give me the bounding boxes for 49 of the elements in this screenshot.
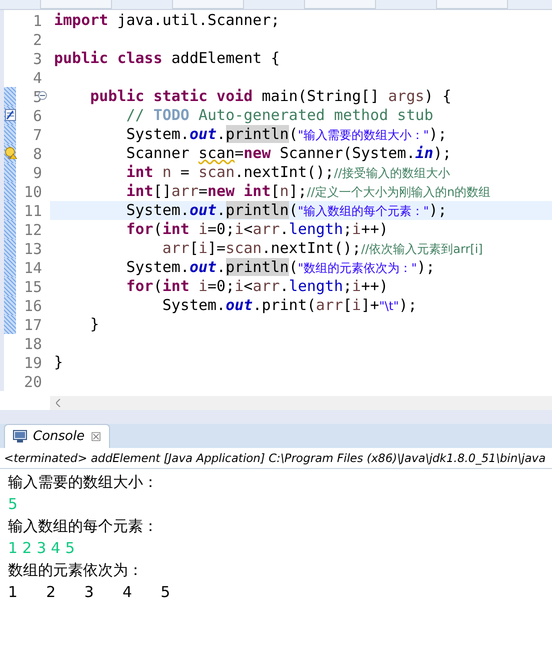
code-line: int n = scan.nextInt();//接受输入的数组大小 xyxy=(125,163,452,182)
code-line: System.out.println("输入需要的数组大小："); xyxy=(125,125,448,144)
code-line: } xyxy=(53,353,64,372)
line-number: 17 xyxy=(22,316,42,334)
line-number: 10 xyxy=(22,182,42,200)
line-number: 12 xyxy=(22,220,42,238)
line-number: 19 xyxy=(22,354,42,372)
line-number: 18 xyxy=(22,334,42,352)
console-output: 1 2 3 4 5 xyxy=(8,582,172,603)
console-output: 输入需要的数组大小： xyxy=(8,472,159,493)
line-number: 2 xyxy=(32,30,42,48)
line-number: 1 xyxy=(32,12,42,30)
console-status: <terminated> addElement [Java Application] C:\Program Files (x86)\Java\jdk1.8.0_51\bin\java xyxy=(0,448,552,469)
line-number: 11 xyxy=(22,202,42,220)
code-line: for(int i=0;i<arr.length;i++) xyxy=(125,220,390,239)
code-line: arr[i]=scan.nextInt();//依次输入元素到arr[i] xyxy=(161,239,484,258)
line-number: 14 xyxy=(22,258,42,276)
line-number: 9 xyxy=(32,164,42,182)
console-output: 数组的元素依次为： xyxy=(8,560,144,581)
horizontal-scrollbar[interactable] xyxy=(50,396,552,410)
line-number: 16 xyxy=(22,296,42,314)
line-number: 13 xyxy=(22,240,42,258)
console-tab[interactable]: Console ☒ xyxy=(4,424,110,448)
code-line: import java.util.Scanner; xyxy=(53,11,281,30)
code-line: for(int i=0;i<arr.length;i++) xyxy=(125,277,390,296)
code-line: System.out.print(arr[i]+"\t"); xyxy=(161,296,418,315)
line-number: 6 xyxy=(32,106,42,124)
line-number: 15 xyxy=(22,278,42,296)
code-line: // TODO Auto-generated method stub xyxy=(125,106,434,125)
typed-input-text: 1 2 3 4 5 xyxy=(8,538,76,559)
code-line: int[]arr=new int[n];//定义一个大小为刚输入的n的数组 xyxy=(125,182,492,201)
close-icon[interactable]: ☒ xyxy=(90,430,102,444)
editor-tab[interactable] xyxy=(172,0,244,9)
monitor-icon xyxy=(13,430,27,443)
line-number: 8 xyxy=(32,144,42,162)
editor-tab[interactable] xyxy=(40,0,112,9)
editor-tab[interactable] xyxy=(304,0,376,9)
line-number: 20 xyxy=(22,372,42,390)
code-line: } xyxy=(89,315,100,334)
console-output: 输入数组的每个元素： xyxy=(8,516,159,537)
code-line: System.out.println("数组的元素依次为："); xyxy=(125,258,436,277)
line-number: 7 xyxy=(32,126,42,144)
code-line: public class addElement { xyxy=(53,49,281,68)
code-line: Scanner scan=new Scanner(System.in); xyxy=(125,144,452,163)
typed-input-text: 5 xyxy=(8,494,19,515)
code-line: public static void main(String[] args) { xyxy=(89,87,452,106)
editor-tab[interactable] xyxy=(436,0,508,9)
line-number: 3 xyxy=(32,50,42,68)
line-number: 4 xyxy=(32,68,42,86)
